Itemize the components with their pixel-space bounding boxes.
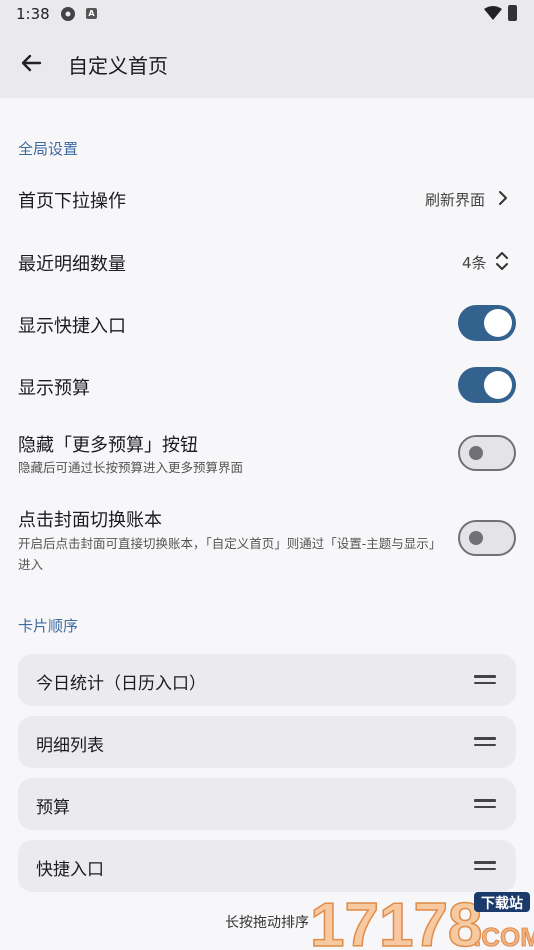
show-budget-toggle[interactable] (458, 367, 516, 403)
card-item-label: 明细列表 (36, 736, 104, 756)
show-shortcut-label: 显示快捷入口 (18, 316, 126, 337)
site-watermark-logo: 17178 下载站 .COM (310, 890, 534, 950)
app-bar: 自定义首页 (0, 28, 534, 98)
card-item-label: 快捷入口 (36, 860, 104, 880)
back-arrow-icon[interactable] (16, 48, 46, 78)
show-budget-label: 显示预算 (18, 378, 90, 399)
drag-handle-icon[interactable] (474, 861, 496, 871)
tap-cover-switch-label: 点击封面切换账本 (18, 510, 162, 531)
toggle-knob (484, 371, 512, 399)
recent-count-value: 4条 (462, 254, 487, 272)
section-header-global-settings: 全局设置 (18, 140, 79, 158)
section-header-card-order: 卡片顺序 (18, 617, 79, 635)
battery-icon (508, 5, 517, 21)
watermark-number: 17178 (310, 891, 482, 950)
watermark-badge: 下载站 (481, 895, 523, 912)
up-down-chevron-icon[interactable] (494, 249, 510, 273)
hide-more-budget-toggle[interactable] (458, 435, 516, 471)
card-item-label: 预算 (36, 798, 70, 818)
hide-more-budget-label: 隐藏「更多预算」按钮 (18, 435, 198, 456)
show-shortcut-toggle[interactable] (458, 305, 516, 341)
pull-down-action-value: 刷新界面 (425, 191, 486, 209)
status-bar: 1:38 A (0, 0, 534, 28)
card-item-label: 今日统计（日历入口） (36, 674, 206, 694)
pull-down-action-label: 首页下拉操作 (18, 191, 126, 212)
card-item[interactable]: 今日统计（日历入口） (18, 654, 516, 706)
drag-handle-icon[interactable] (474, 737, 496, 747)
card-item[interactable]: 预算 (18, 778, 516, 830)
toggle-knob (469, 446, 483, 460)
card-item[interactable]: 快捷入口 (18, 840, 516, 892)
chevron-right-icon (499, 191, 507, 205)
wifi-icon (484, 6, 502, 20)
toggle-knob (484, 309, 512, 337)
recent-count-label: 最近明细数量 (18, 254, 126, 275)
toggle-knob (469, 531, 483, 545)
tap-cover-switch-toggle[interactable] (458, 520, 516, 556)
card-item[interactable]: 明细列表 (18, 716, 516, 768)
hide-more-budget-description: 隐藏后可通过长按预算进入更多预算界面 (18, 460, 244, 475)
notification-app-icon (61, 7, 75, 21)
page-title: 自定义首页 (68, 54, 168, 78)
drag-handle-icon[interactable] (474, 675, 496, 685)
tap-cover-switch-description: 开启后点击封面可直接切换账本，「自定义首页」则通过「设置-主题与显示」进入 (18, 536, 442, 572)
watermark-suffix: .COM (474, 922, 534, 950)
notification-a-icon: A (86, 8, 97, 19)
status-time: 1:38 (16, 5, 50, 23)
drag-handle-icon[interactable] (474, 799, 496, 809)
